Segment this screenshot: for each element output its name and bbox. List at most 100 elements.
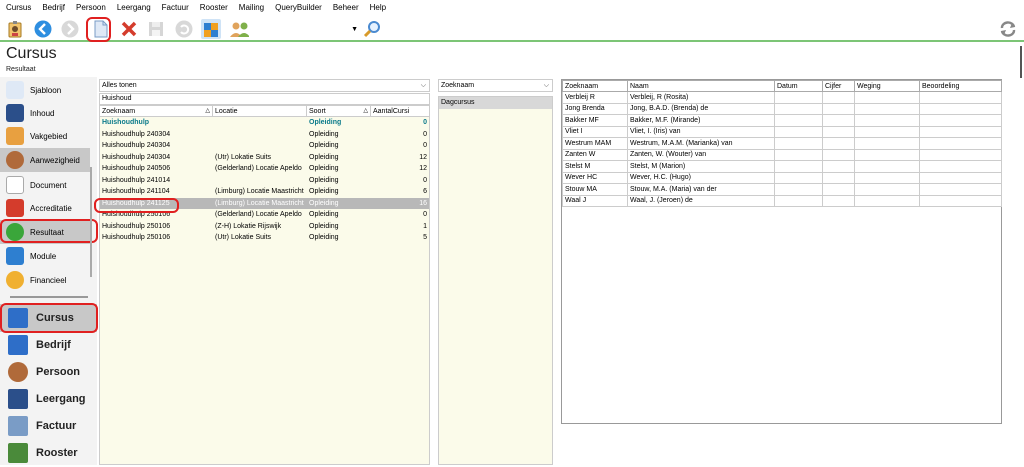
- sidebar-item-vakgebied[interactable]: Vakgebied: [0, 124, 90, 148]
- undo-button[interactable]: [174, 19, 194, 39]
- search-input[interactable]: Huishoud: [99, 93, 430, 105]
- cell-datum[interactable]: [774, 125, 823, 138]
- cell-cijfer[interactable]: [822, 183, 855, 196]
- cell-beoordeling[interactable]: [919, 137, 1002, 150]
- col-weging[interactable]: Weging: [854, 80, 920, 92]
- search-icon[interactable]: [362, 19, 382, 39]
- cell-weging[interactable]: [854, 148, 920, 161]
- cell-datum[interactable]: [774, 137, 823, 150]
- back-button[interactable]: [33, 19, 53, 39]
- sidebar-scrollbar[interactable]: [90, 167, 92, 277]
- table-row[interactable]: Stelst M Stelst, M (Marion): [562, 160, 1002, 173]
- cell-cijfer[interactable]: [822, 125, 855, 138]
- table-row[interactable]: Bakker MF Bakker, M.F. (Mirande): [562, 114, 1002, 127]
- sidebar-item-document[interactable]: Document: [0, 173, 90, 197]
- table-row[interactable]: Wever HC Wever, H.C. (Hugo): [562, 171, 1002, 184]
- cell-weging[interactable]: [854, 137, 920, 150]
- sidebar-item-financieel[interactable]: Financieel: [0, 268, 90, 292]
- cell-cijfer[interactable]: [822, 114, 855, 127]
- table-row[interactable]: Huishoudhulp 241104 (Limburg) Locatie Maa…: [100, 186, 429, 198]
- cell-weging[interactable]: [854, 102, 920, 115]
- cell-cijfer[interactable]: [822, 102, 855, 115]
- table-row[interactable]: Zanten W Zanten, W. (Wouter) van: [562, 148, 1002, 161]
- cell-cijfer[interactable]: [822, 137, 855, 150]
- cell-weging[interactable]: [854, 125, 920, 138]
- table-row[interactable]: Verbleij R Verbleij, R (Rosita): [562, 91, 1002, 104]
- id-badge-icon[interactable]: [5, 19, 25, 39]
- menu-leergang[interactable]: Leergang: [117, 3, 151, 12]
- col-datum[interactable]: Datum: [774, 80, 823, 92]
- toolbar-dropdown[interactable]: ▼: [258, 23, 358, 35]
- puzzle-icon[interactable]: [201, 19, 221, 39]
- table-row[interactable]: Huishoudhulp 240506 (Gelderland) Locatie …: [100, 163, 429, 175]
- cell-cijfer[interactable]: [822, 171, 855, 184]
- window-edge-scrollbar[interactable]: [1020, 46, 1022, 78]
- cell-weging[interactable]: [854, 194, 920, 207]
- table-row[interactable]: Huishoudhulp 240304 Opleiding 0: [100, 129, 429, 141]
- table-row[interactable]: Huishoudhulp 241014 Opleiding 0: [100, 175, 429, 187]
- module-leergang[interactable]: Leergang: [0, 385, 97, 413]
- zoeknaam-dropdown[interactable]: Zoeknaam ⌵: [438, 79, 553, 92]
- cell-cijfer[interactable]: [822, 148, 855, 161]
- menu-cursus[interactable]: Cursus: [6, 3, 31, 12]
- cell-beoordeling[interactable]: [919, 125, 1002, 138]
- cell-cijfer[interactable]: [822, 194, 855, 207]
- cell-beoordeling[interactable]: [919, 160, 1002, 173]
- module-persoon[interactable]: Persoon: [0, 358, 97, 386]
- list-item[interactable]: Dagcursus: [439, 97, 552, 109]
- col-soort[interactable]: Soort △: [307, 106, 371, 117]
- menu-mailing[interactable]: Mailing: [239, 3, 264, 12]
- cell-weging[interactable]: [854, 160, 920, 173]
- sidebar-item-inhoud[interactable]: Inhoud: [0, 101, 90, 125]
- delete-button[interactable]: [119, 19, 139, 39]
- menu-persoon[interactable]: Persoon: [76, 3, 106, 12]
- cell-beoordeling[interactable]: [919, 102, 1002, 115]
- cell-beoordeling[interactable]: [919, 148, 1002, 161]
- cell-beoordeling[interactable]: [919, 91, 1002, 104]
- table-row[interactable]: Huishoudhulp 240304 Opleiding 0: [100, 140, 429, 152]
- table-row[interactable]: Westrum MAM Westrum, M.A.M. (Marianka) va…: [562, 137, 1002, 150]
- table-row[interactable]: Jong Brenda Jong, B.A.D. (Brenda) de: [562, 102, 1002, 115]
- cell-datum[interactable]: [774, 183, 823, 196]
- menu-help[interactable]: Help: [370, 3, 386, 12]
- cell-datum[interactable]: [774, 102, 823, 115]
- col-zoeknaam[interactable]: Zoeknaam: [562, 80, 628, 92]
- forward-button[interactable]: [60, 19, 80, 39]
- cell-datum[interactable]: [774, 148, 823, 161]
- table-row[interactable]: Huishoudhulp Opleiding 0: [100, 117, 429, 129]
- module-factuur[interactable]: Factuur: [0, 412, 97, 440]
- table-row[interactable]: Vliet I Vliet, I. (Iris) van: [562, 125, 1002, 138]
- cell-beoordeling[interactable]: [919, 171, 1002, 184]
- cell-datum[interactable]: [774, 160, 823, 173]
- cell-weging[interactable]: [854, 91, 920, 104]
- cell-weging[interactable]: [854, 114, 920, 127]
- cell-weging[interactable]: [854, 171, 920, 184]
- col-beoordeling[interactable]: Beoordeling: [919, 80, 1002, 92]
- menu-querybuilder[interactable]: QueryBuilder: [275, 3, 322, 12]
- table-row[interactable]: Waal J Waal, J. (Jeroen) de: [562, 194, 1002, 207]
- col-zoeknaam[interactable]: Zoeknaam △: [100, 106, 213, 117]
- menu-factuur[interactable]: Factuur: [162, 3, 189, 12]
- sidebar-item-module[interactable]: Module: [0, 244, 90, 268]
- cell-datum[interactable]: [774, 194, 823, 207]
- col-naam[interactable]: Naam: [627, 80, 775, 92]
- cell-datum[interactable]: [774, 114, 823, 127]
- sidebar-splitter[interactable]: [10, 296, 88, 298]
- cell-datum[interactable]: [774, 171, 823, 184]
- cell-cijfer[interactable]: [822, 91, 855, 104]
- sidebar-item-sjabloon[interactable]: Sjabloon: [0, 78, 90, 102]
- cell-datum[interactable]: [774, 91, 823, 104]
- save-button[interactable]: [146, 19, 166, 39]
- table-row[interactable]: Huishoudhulp 240304 (Utr) Lokatie Suits Op…: [100, 152, 429, 164]
- cell-beoordeling[interactable]: [919, 194, 1002, 207]
- menu-beheer[interactable]: Beheer: [333, 3, 359, 12]
- col-aantal[interactable]: AantalCursi: [371, 106, 429, 117]
- table-row[interactable]: Stouw MA Stouw, M.A. (Maria) van der: [562, 183, 1002, 196]
- cell-weging[interactable]: [854, 183, 920, 196]
- sidebar-item-aanwezigheid[interactable]: Aanwezigheid: [0, 148, 90, 172]
- filter-dropdown[interactable]: Alles tonen ⌵: [99, 79, 430, 92]
- cell-cijfer[interactable]: [822, 160, 855, 173]
- sidebar-item-accreditatie[interactable]: Accreditatie: [0, 196, 90, 220]
- users-icon[interactable]: [229, 19, 249, 39]
- col-cijfer[interactable]: Cijfer: [822, 80, 855, 92]
